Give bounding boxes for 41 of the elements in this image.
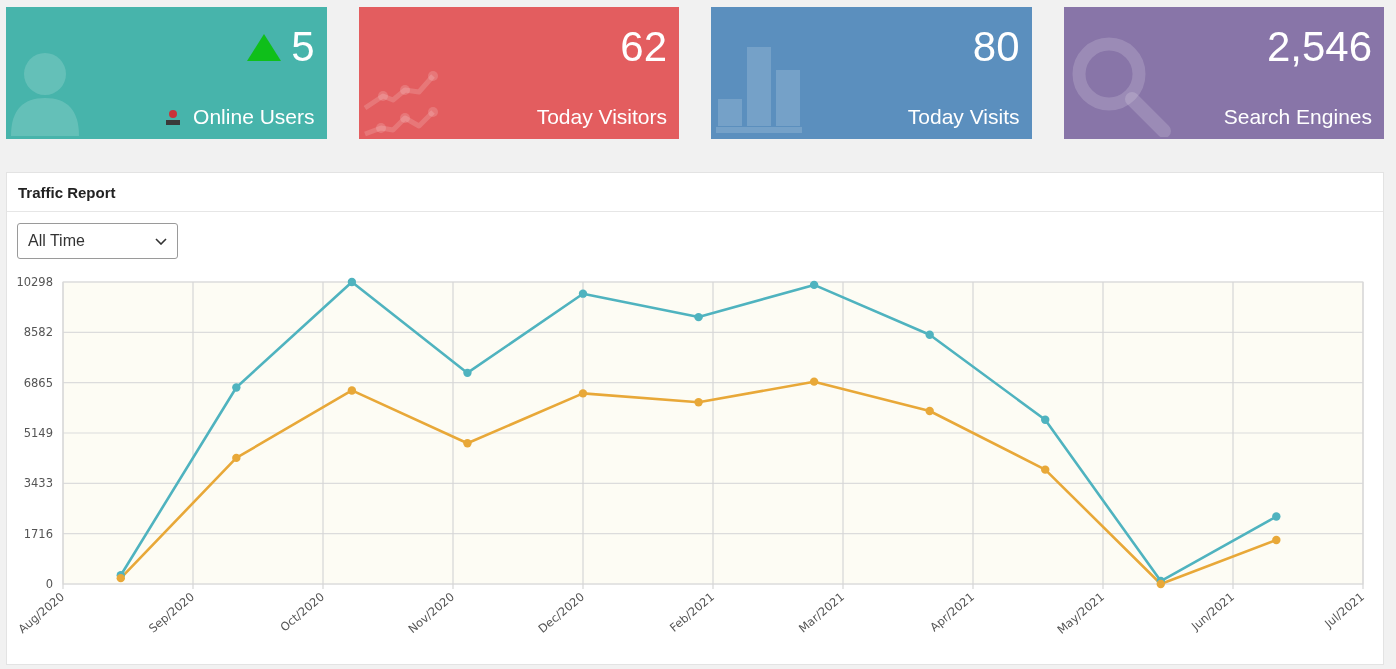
data-point bbox=[1272, 535, 1281, 545]
data-point bbox=[809, 377, 819, 386]
data-point bbox=[925, 406, 934, 416]
data-point bbox=[347, 386, 357, 395]
stat-label: Today Visitors bbox=[536, 104, 667, 130]
stat-value: 80 bbox=[972, 25, 1020, 69]
stat-label: Online Users bbox=[193, 104, 315, 130]
y-axis-label: 8582 bbox=[23, 325, 53, 340]
data-point bbox=[463, 439, 472, 448]
stat-value: 62 bbox=[620, 25, 667, 69]
data-point bbox=[116, 573, 125, 583]
y-axis-label: 6865 bbox=[23, 375, 53, 390]
stat-value: 5 bbox=[291, 25, 315, 69]
y-axis-label: 0 bbox=[45, 577, 53, 592]
data-point bbox=[925, 330, 934, 339]
stat-value: 2,546 bbox=[1266, 25, 1372, 69]
y-axis-label: 3433 bbox=[23, 476, 53, 491]
data-point bbox=[232, 383, 241, 392]
data-point bbox=[694, 398, 703, 407]
chevron-down-icon bbox=[155, 237, 167, 245]
data-point bbox=[1041, 415, 1050, 424]
data-point bbox=[809, 280, 819, 290]
magnifier-icon bbox=[1071, 37, 1172, 137]
bar-chart-icon bbox=[716, 47, 802, 133]
data-point bbox=[347, 277, 357, 287]
user-silhouette-icon bbox=[11, 52, 79, 136]
data-point bbox=[578, 289, 588, 298]
y-axis-label: 10298 bbox=[16, 275, 53, 289]
data-point bbox=[1041, 465, 1050, 474]
time-range-select[interactable]: All Time bbox=[17, 223, 178, 259]
stat-label: Today Visits bbox=[907, 104, 1020, 130]
data-point bbox=[463, 368, 472, 378]
data-point bbox=[232, 453, 241, 463]
stat-label: Search Engines bbox=[1223, 104, 1372, 130]
data-point bbox=[578, 389, 588, 398]
y-axis-label: 5149 bbox=[23, 426, 53, 440]
data-point bbox=[694, 312, 703, 322]
y-axis-label: 1716 bbox=[23, 526, 53, 541]
data-point bbox=[1272, 512, 1281, 521]
data-point bbox=[1156, 579, 1165, 589]
panel-title: Traffic Report bbox=[18, 183, 116, 201]
